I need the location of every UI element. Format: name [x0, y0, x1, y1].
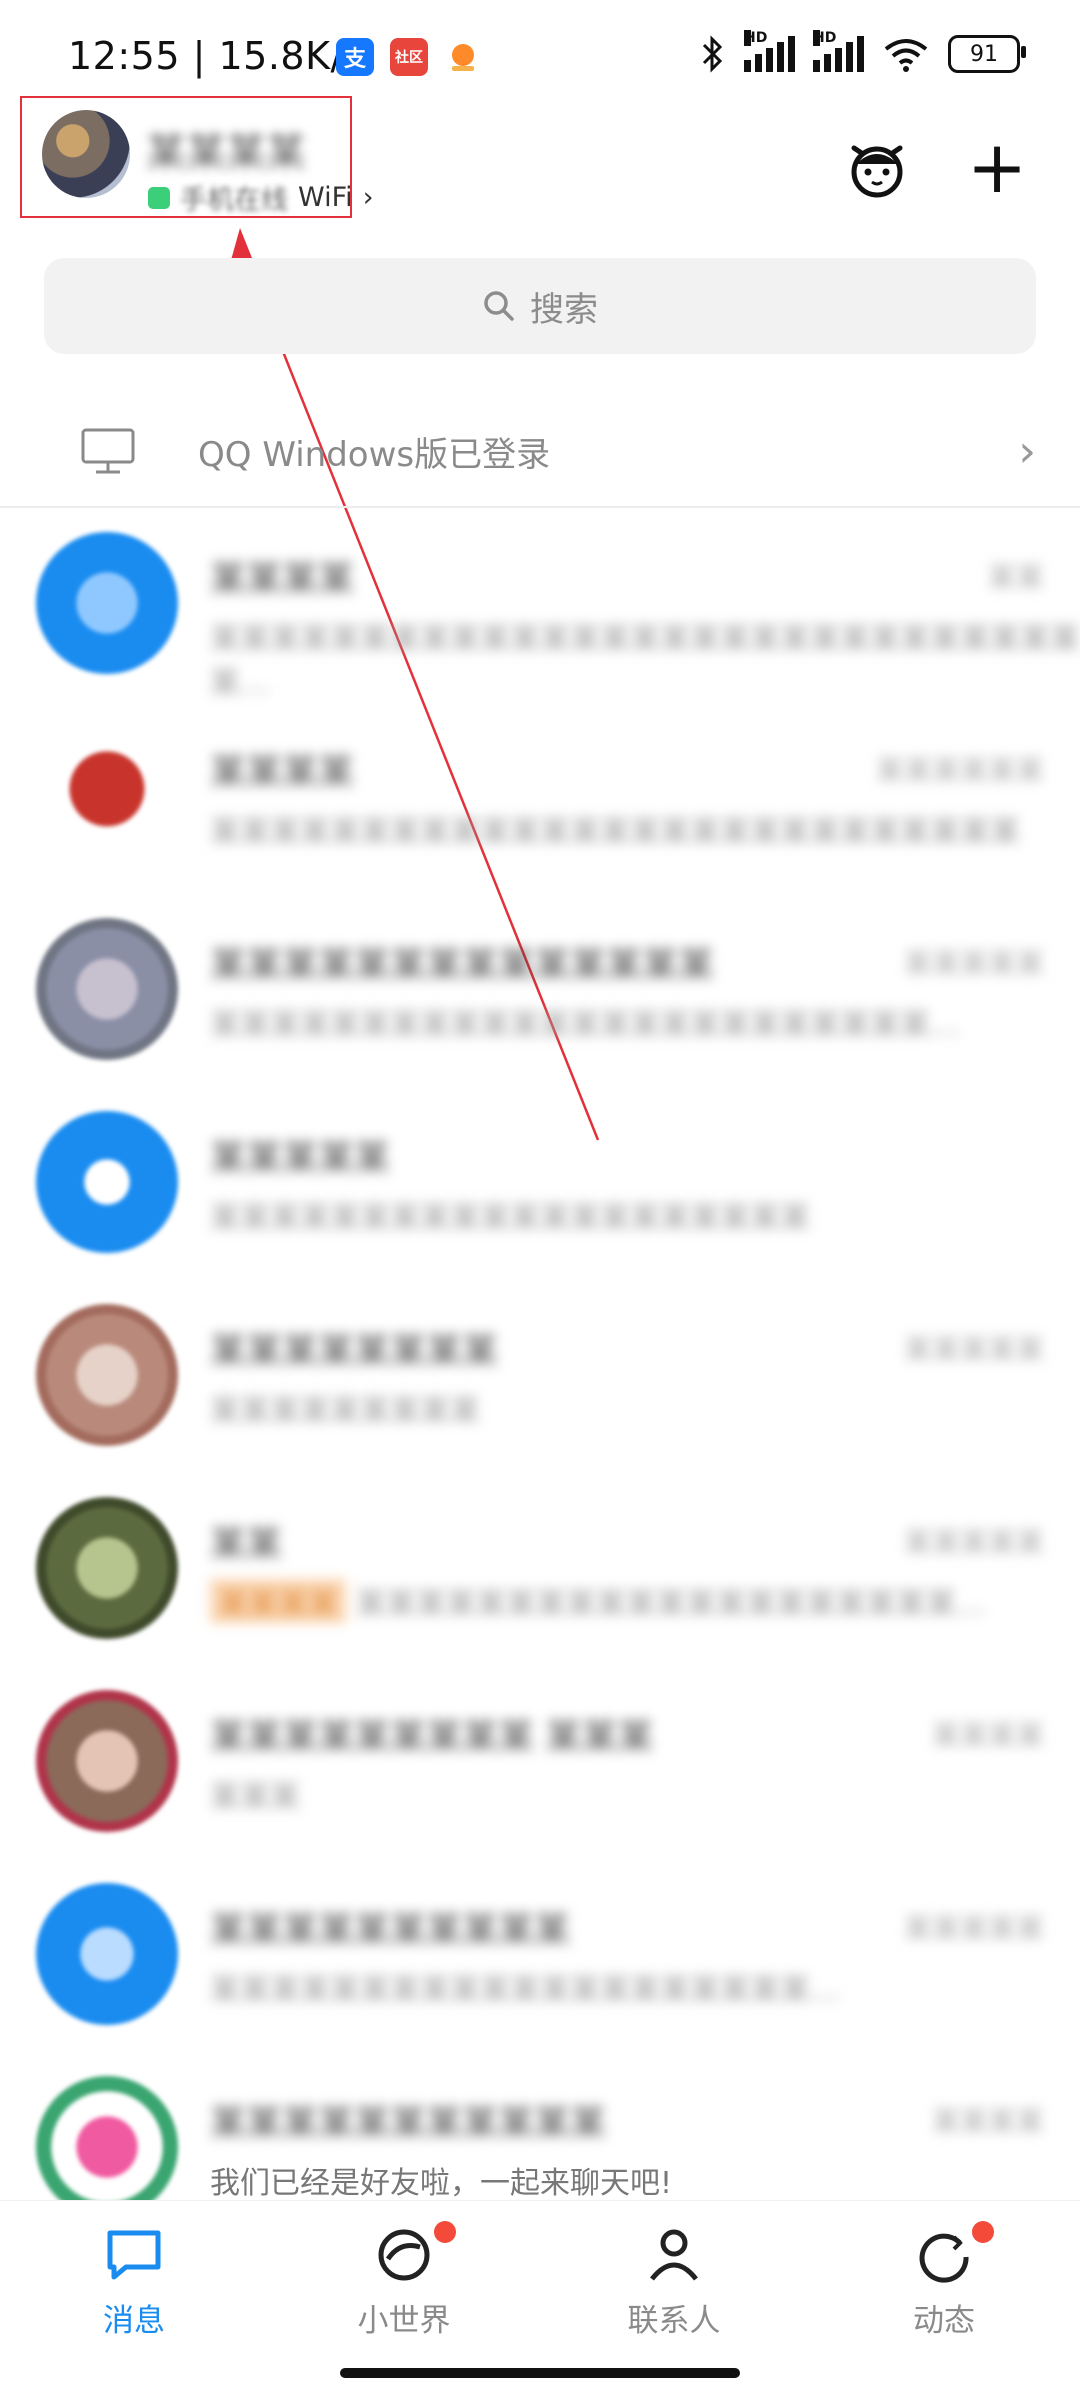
conversation-snippet: 某某某 — [210, 1780, 300, 1815]
status-right: HD HD 91 — [700, 30, 1026, 74]
tab-messages[interactable]: 消息 — [34, 2227, 234, 2347]
tab-feed[interactable]: 动态 — [844, 2221, 1044, 2347]
notification-badge — [434, 2221, 456, 2243]
planet-icon — [378, 2229, 430, 2281]
message-row[interactable]: 某某某某某某某某 某某某某某 某某某某某某某某某 — [0, 1280, 1080, 1473]
battery-icon: 91 — [948, 35, 1026, 73]
conversation-title: 某某某某 — [210, 559, 355, 600]
conversation-time: 某某某某 — [931, 1719, 1044, 1752]
tab-label: 联系人 — [627, 2303, 721, 2339]
conversation-snippet: 某某某某某某某某某某某某某某某某某某某某某某某某某某某 — [210, 815, 1020, 850]
conversation-snippet: 某某某某某某某某某某某某某某某某某某某某… — [210, 1973, 840, 2008]
conversation-snippet: 某某某某某某某某某某某某某某某某某某某某某某某某某某某某某某… — [210, 622, 1080, 701]
conversation-title: 某某某某某某某某某 某某某 — [210, 1717, 654, 1758]
avatar — [36, 2076, 178, 2218]
conversation-time: 某某 — [987, 561, 1044, 594]
message-row[interactable]: 某某某某 某某某某某某 某某某某某某某某某某某某某某某某某某某某某某某某某某某 — [0, 701, 1080, 894]
signal-icon-2: HD — [813, 30, 864, 72]
monitor-icon — [80, 423, 136, 479]
avatar — [36, 1690, 178, 1832]
chevron-right-icon: › — [1018, 426, 1036, 477]
avatar — [36, 1111, 178, 1253]
conversation-snippet: 某某某某某某某某某某某某某某某某某某某某某某某某… — [210, 1579, 986, 1623]
conversation-time: 某某某某某某 — [875, 754, 1044, 787]
message-row[interactable]: 某某某某某 某某某某某某某某某某某某某某某某某某某某 — [0, 1087, 1080, 1280]
refresh-star-icon — [919, 2233, 969, 2283]
tab-label: 小世界 — [357, 2303, 451, 2339]
chevron-right-icon: › — [362, 182, 374, 213]
community-app-icon: 社区 — [390, 38, 428, 76]
conversation-title: 某某某某某某某某某某 — [210, 1910, 571, 1951]
highlight-box — [20, 96, 352, 218]
conversation-snippet-text: 某某某某某某某某某某某某某某某某某某某某… — [356, 1587, 986, 1622]
conversation-tag: 某某某某 — [210, 1579, 346, 1623]
signal-icon: HD — [744, 30, 795, 72]
tab-contacts[interactable]: 联系人 — [574, 2227, 774, 2347]
search-label: 搜索 — [530, 289, 598, 330]
conversation-title: 某某某某 — [210, 752, 355, 793]
conversation-time: 某某某某 — [931, 2105, 1044, 2138]
tab-label: 动态 — [913, 2303, 975, 2339]
conversation-snippet: 某某某某某某某某某某某某某某某某某某某某某某某某… — [210, 1008, 960, 1043]
home-indicator[interactable] — [340, 2368, 740, 2378]
person-icon — [650, 2229, 698, 2281]
orange-app-icon — [444, 38, 482, 76]
avatar — [36, 918, 178, 1060]
conversation-title: 某某某某某 — [210, 1138, 391, 1179]
tab-label: 消息 — [103, 2303, 165, 2339]
bluetooth-icon — [702, 35, 723, 73]
message-row[interactable]: 某某 某某某某某 某某某某 某某某某某某某某某某某某某某某某某某某某… — [0, 1473, 1080, 1666]
windows-login-text: QQ Windows版已登录 — [198, 434, 551, 475]
conversation-snippet: 我们已经是好友啦，一起来聊天吧! — [210, 2166, 673, 2201]
avatar — [36, 1497, 178, 1639]
cat-mascot-icon[interactable] — [842, 132, 912, 202]
conversation-title: 某某某某某某某某某某某某某某 — [210, 945, 715, 986]
conversation-time: 某某某某某 — [903, 1526, 1044, 1559]
message-row[interactable]: 某某某某某某某某某 某某某 某某某某 某某某 — [0, 1666, 1080, 1859]
conversation-snippet: 某某某某某某某某某某某某某某某某某某某某 — [210, 1201, 810, 1236]
conversation-snippet: 某某某某某某某某某 — [210, 1394, 480, 1429]
avatar — [36, 1304, 178, 1446]
wifi-icon — [884, 39, 928, 72]
conversation-title: 某某某某某某某某 — [210, 1331, 499, 1372]
tab-small-world[interactable]: 小世界 — [304, 2221, 504, 2347]
status-bar: 12:55 | 15.8K/s 支 社区 HD HD 91 — [0, 0, 1080, 110]
windows-login-banner[interactable]: QQ Windows版已登录 › — [0, 396, 1080, 508]
status-time: 12:55 | 15.8K/s — [68, 34, 365, 78]
search-bar[interactable]: 搜索 — [44, 258, 1036, 354]
notification-badge — [972, 2221, 994, 2243]
alipay-icon: 支 — [336, 38, 374, 76]
conversation-time: 某某某某某 — [903, 1333, 1044, 1366]
avatar — [36, 1883, 178, 2025]
avatar — [36, 532, 178, 674]
avatar — [36, 725, 178, 867]
conversation-time: 某某某某某 — [903, 1912, 1044, 1945]
conversation-title: 某某 — [210, 1524, 283, 1565]
search-icon — [484, 291, 514, 321]
conversation-time: 某某某某某 — [903, 947, 1044, 980]
add-plus-icon[interactable]: + — [962, 131, 1032, 203]
conversation-title: 某某某某某某某某某某某 — [210, 2103, 607, 2144]
chat-bubble-icon — [107, 2230, 161, 2280]
message-row[interactable]: 某某某某某某某某某某某某某某 某某某某某 某某某某某某某某某某某某某某某某某某某… — [0, 894, 1080, 1087]
message-row[interactable]: 某某某某 某某 某某某某某某某某某某某某某某某某某某某某某某某某某某某某某某… — [0, 508, 1080, 701]
notification-icons: 支 社区 — [336, 38, 482, 76]
message-row[interactable]: 某某某某某某某某某某 某某某某某 某某某某某某某某某某某某某某某某某某某某… — [0, 1859, 1080, 2052]
